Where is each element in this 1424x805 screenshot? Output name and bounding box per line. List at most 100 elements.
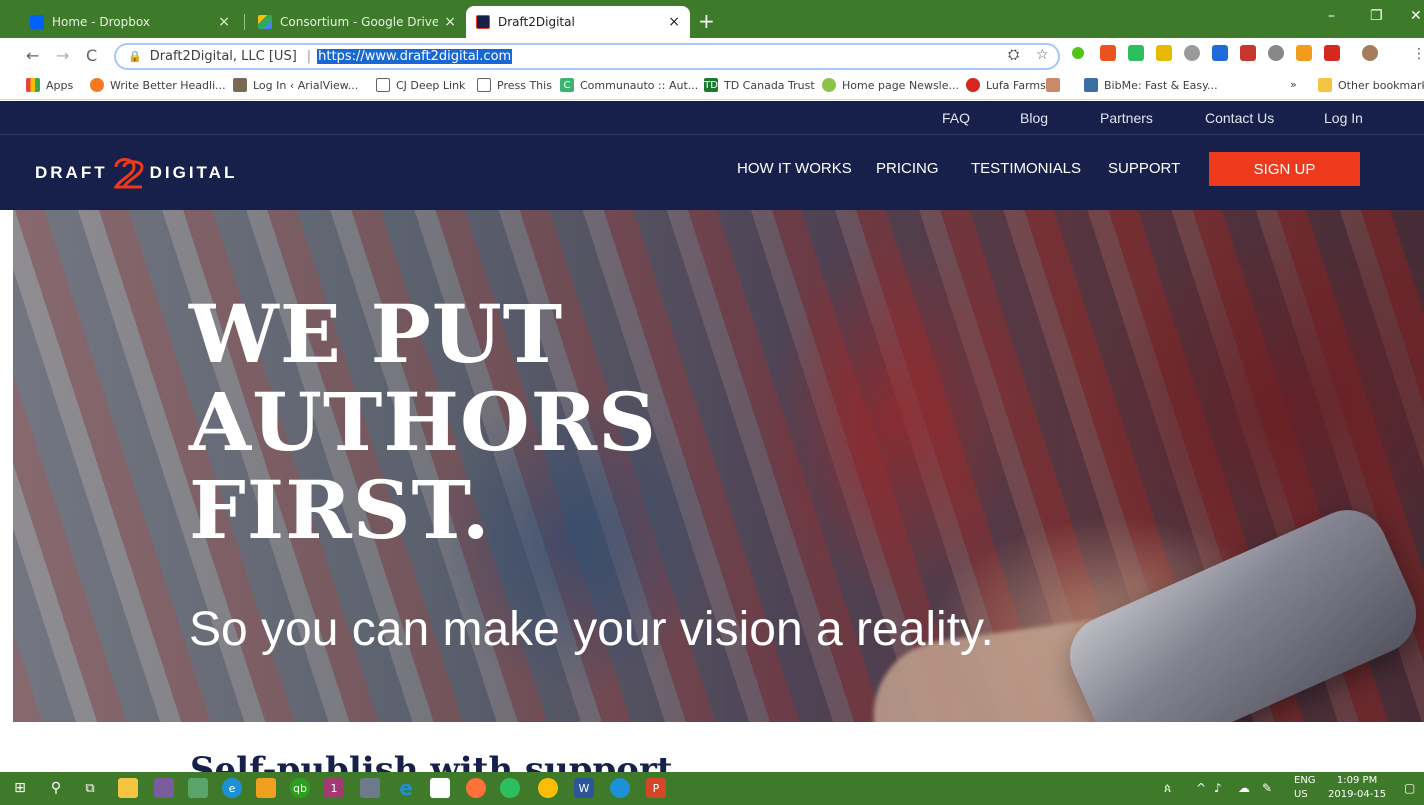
extension-w-icon[interactable]	[1184, 45, 1200, 61]
bookmark-label: TD Canada Trust	[724, 78, 815, 92]
rss-icon[interactable]	[1296, 45, 1312, 61]
bookmark-label: Communauto :: Aut...	[580, 78, 699, 92]
tray-chevron-icon[interactable]: ^	[1196, 781, 1206, 795]
bookmark-lufa-farms[interactable]: Lufa Farms	[966, 78, 1046, 92]
photos-icon[interactable]	[188, 778, 208, 798]
bookmark-cj-deep-link[interactable]: CJ Deep Link	[376, 78, 465, 92]
paint-icon[interactable]	[154, 778, 174, 798]
close-window-icon[interactable]: ✕	[1410, 8, 1422, 24]
bookmark-bibme[interactable]: BibMe: Fast & Easy...	[1084, 78, 1218, 92]
site-identity[interactable]: Draft2Digital, LLC [US]	[150, 49, 297, 64]
browser-e-icon[interactable]: e	[222, 778, 242, 798]
language-code: ENG	[1294, 775, 1316, 786]
clock[interactable]: 1:09 PM 2019-04-15	[1328, 774, 1386, 802]
communauto-icon: C	[560, 78, 574, 92]
translate-icon[interactable]: ⛭	[1008, 47, 1019, 63]
bookmark-td-canada-trust[interactable]: TD TD Canada Trust	[704, 78, 815, 92]
draft2digital-logo[interactable]: DRAFT DIGITAL	[35, 155, 237, 191]
tomato-icon	[966, 78, 980, 92]
nav-pricing[interactable]: PRICING	[876, 160, 939, 177]
close-icon[interactable]: ×	[668, 14, 680, 30]
bookmark-apps[interactable]: Apps	[26, 78, 73, 92]
close-icon[interactable]: ×	[218, 14, 230, 30]
powerpoint-icon[interactable]: P	[646, 778, 666, 798]
bookmark-label: Home page Newsle...	[842, 78, 959, 92]
bookmark-label: BibMe: Fast & Easy...	[1104, 78, 1218, 92]
nav-support[interactable]: SUPPORT	[1108, 160, 1180, 177]
pdf-icon[interactable]	[1240, 45, 1256, 61]
nav-contact-us[interactable]: Contact Us	[1205, 110, 1274, 126]
file-explorer-icon[interactable]	[118, 778, 138, 798]
vlc-icon[interactable]	[256, 778, 276, 798]
skype-icon[interactable]	[1212, 45, 1228, 61]
chrome-icon[interactable]	[538, 778, 558, 798]
nav-testimonials[interactable]: TESTIMONIALS	[971, 160, 1081, 177]
onedrive-icon[interactable]: ☁	[1238, 781, 1250, 795]
url-text[interactable]: https://www.draft2digital.com	[317, 49, 513, 64]
bookmark-press-this[interactable]: Press This	[477, 78, 552, 92]
browser-toolbar: ← → C 🔒 Draft2Digital, LLC [US] | https:…	[0, 38, 1424, 74]
tab-title: Home - Dropbox	[52, 15, 150, 29]
back-icon[interactable]: ←	[26, 46, 39, 65]
sign-up-button[interactable]: SIGN UP	[1209, 152, 1360, 186]
tab-draft2digital[interactable]: Draft2Digital ×	[466, 6, 690, 38]
reload-icon[interactable]: C	[86, 46, 97, 65]
bookmark-newsletter[interactable]: Home page Newsle...	[822, 78, 959, 92]
menu-dots-icon[interactable]: ⋮	[1412, 46, 1424, 62]
bookmark-other[interactable]: Other bookmarks	[1318, 78, 1424, 92]
thunderbird-icon[interactable]	[610, 778, 630, 798]
word-icon[interactable]: W	[574, 778, 594, 798]
arialview-icon	[233, 78, 247, 92]
page-icon	[477, 78, 491, 92]
profile-avatar[interactable]	[1362, 45, 1378, 61]
language-indicator[interactable]: ENG US	[1294, 774, 1316, 802]
firefox-icon[interactable]	[466, 778, 486, 798]
extension-people-icon[interactable]	[1156, 45, 1172, 61]
people-icon[interactable]: ጰ	[1164, 781, 1171, 796]
td-icon: TD	[704, 78, 718, 92]
quickbooks-icon[interactable]: qb	[290, 778, 310, 798]
address-bar[interactable]: 🔒 Draft2Digital, LLC [US] | https://www.…	[114, 43, 1060, 70]
pen-tray-icon[interactable]: ✎	[1262, 781, 1272, 795]
notepad-icon[interactable]	[430, 778, 450, 798]
close-icon[interactable]: ×	[444, 14, 456, 30]
extension-swirl-icon[interactable]	[1268, 45, 1284, 61]
site-header: DRAFT DIGITAL HOW IT WORKS PRICING TESTI…	[0, 135, 1424, 210]
bookmark-label: Press This	[497, 78, 552, 92]
evernote-taskbar-icon[interactable]	[500, 778, 520, 798]
extension-bookmark-icon[interactable]	[1100, 45, 1116, 61]
tab-google-drive[interactable]: Consortium - Google Drive ×	[248, 6, 466, 38]
google-drive-icon	[258, 15, 272, 29]
bookmark-label: Lufa Farms	[986, 78, 1046, 92]
volume-icon[interactable]: ♪	[1214, 781, 1222, 795]
calendar-icon[interactable]: 1	[324, 778, 344, 798]
nav-how-it-works[interactable]: HOW IT WORKS	[737, 160, 852, 177]
bookmarks-overflow[interactable]: »	[1290, 78, 1297, 91]
nav-partners[interactable]: Partners	[1100, 110, 1153, 126]
bookmark-write-better-headlines[interactable]: Write Better Headli...	[90, 78, 226, 92]
coschedule-icon	[90, 78, 104, 92]
extension-green-dot-icon[interactable]	[1072, 47, 1084, 59]
windows-start-icon[interactable]: ⊞	[10, 778, 30, 798]
minimize-icon[interactable]: –	[1328, 8, 1335, 24]
bookmark-communauto[interactable]: C Communauto :: Aut...	[560, 78, 698, 92]
edge-icon[interactable]: e	[396, 776, 416, 800]
nav-blog[interactable]: Blog	[1020, 110, 1048, 126]
search-icon[interactable]: ⚲	[46, 778, 66, 798]
lock-icon[interactable]: 🔒	[128, 50, 142, 63]
logo-2-mark-icon	[113, 158, 144, 189]
forward-icon[interactable]: →	[56, 46, 69, 65]
bookmark-pen[interactable]	[1046, 78, 1060, 92]
tab-dropbox[interactable]: Home - Dropbox ×	[20, 6, 240, 38]
evernote-icon[interactable]	[1128, 45, 1144, 61]
nav-faq[interactable]: FAQ	[942, 110, 970, 126]
bookmark-star-icon[interactable]: ☆	[1036, 47, 1049, 63]
bookmark-arialview[interactable]: Log In ‹ ArialView...	[233, 78, 358, 92]
task-view-icon[interactable]: ⧉	[80, 778, 100, 798]
notifications-icon[interactable]: ▢	[1404, 781, 1415, 795]
app-icon[interactable]	[360, 778, 380, 798]
nav-log-in[interactable]: Log In	[1324, 110, 1363, 126]
new-tab-button[interactable]: +	[698, 9, 715, 33]
maximize-icon[interactable]: ❐	[1370, 8, 1383, 24]
extension-red-icon[interactable]	[1324, 45, 1340, 61]
